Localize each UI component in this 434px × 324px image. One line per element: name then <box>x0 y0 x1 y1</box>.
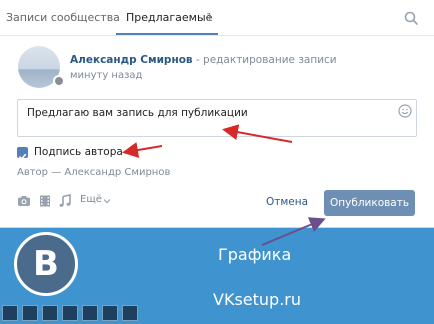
camera-icon[interactable] <box>17 194 31 208</box>
tab-suggested-count: 1 <box>206 11 213 24</box>
cancel-button[interactable]: Отмена <box>266 196 308 208</box>
suggested-posts-card: Записи сообщества Предлагаемые 1 Алексан… <box>0 0 434 228</box>
publish-button[interactable]: Опубликовать <box>324 190 415 216</box>
post-time: минуту назад <box>70 70 143 81</box>
music-icon[interactable] <box>58 194 72 208</box>
vk-logo: B <box>14 232 78 296</box>
taskbar-app-icon[interactable] <box>82 305 98 321</box>
chevron-down-icon <box>103 199 111 204</box>
taskbar-app-icon[interactable] <box>62 305 78 321</box>
post-text-value: Предлагаю вам запись для публикации <box>27 107 248 119</box>
post-action-text: - редактирование записи <box>192 54 337 66</box>
logo-letter: B <box>33 244 59 284</box>
author-signature-text: Автор — Александр Смирнов <box>17 167 171 178</box>
taskbar-app-icon[interactable] <box>102 305 118 321</box>
tab-community-posts[interactable]: Записи сообщества <box>6 11 120 24</box>
active-tab-indicator <box>116 33 218 35</box>
online-status-dot <box>53 75 65 87</box>
search-icon[interactable] <box>404 11 418 25</box>
author-signature-checkbox[interactable] <box>17 147 28 160</box>
more-attachments-button[interactable]: Ещё <box>80 194 102 205</box>
banner-title: Графика <box>218 245 292 264</box>
taskbar-app-icon[interactable] <box>22 305 38 321</box>
post-text-field[interactable]: Предлагаю вам запись для публикации <box>17 99 417 137</box>
emoji-smile-icon[interactable] <box>398 104 412 118</box>
author-signature-label[interactable]: Подпись автора <box>34 146 123 158</box>
tab-bar: Записи сообщества Предлагаемые 1 <box>0 0 434 36</box>
video-icon[interactable] <box>38 194 52 208</box>
banner-url: VKsetup.ru <box>213 290 301 309</box>
taskbar-app-icon[interactable] <box>2 305 18 321</box>
author-name-link[interactable]: Александр Смирнов <box>70 54 193 66</box>
tab-suggested[interactable]: Предлагаемые <box>126 11 212 24</box>
post-header: Александр Смирнов - редактирование запис… <box>70 54 337 66</box>
checkmark-icon <box>18 153 27 160</box>
taskbar-app-icon[interactable] <box>42 305 58 321</box>
taskbar <box>0 302 140 324</box>
taskbar-app-icon[interactable] <box>122 305 138 321</box>
